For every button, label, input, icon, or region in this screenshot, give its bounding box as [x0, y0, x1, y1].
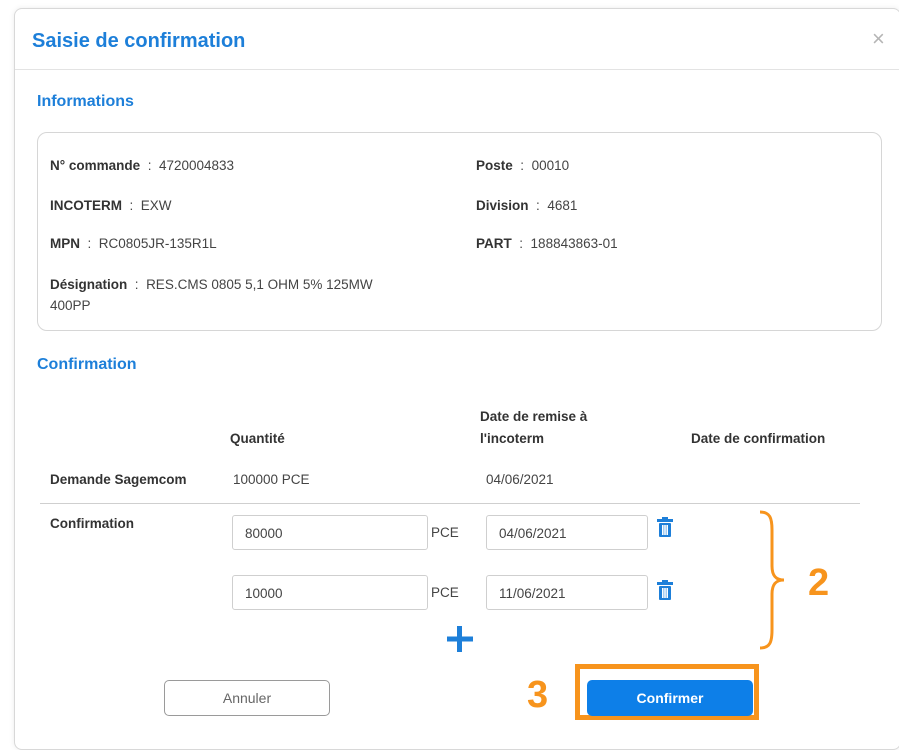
field-poste: Poste : 00010 — [476, 155, 569, 176]
row-divider — [40, 503, 860, 504]
field-commande-value: 4720004833 — [158, 158, 235, 173]
trash-icon[interactable] — [656, 517, 674, 537]
quantity-input[interactable]: 10000 — [232, 575, 428, 610]
field-division: Division : 4681 — [476, 195, 577, 216]
field-commande-label: N° commande — [50, 158, 141, 173]
field-division-label: Division — [476, 198, 529, 213]
separator: : — [134, 277, 139, 292]
date-input[interactable]: 04/06/2021 — [486, 515, 648, 550]
separator: : — [536, 198, 540, 213]
unit-label: PCE — [431, 585, 459, 600]
annotation-number-3: 3 — [527, 674, 549, 716]
confirm-button[interactable]: Confirmer — [587, 680, 753, 716]
field-incoterm: INCOTERM : EXW — [50, 195, 172, 216]
header-quantite: Quantité — [230, 431, 285, 446]
field-incoterm-label: INCOTERM — [50, 198, 122, 213]
separator: : — [519, 236, 524, 251]
field-designation-value-line1: RES.CMS 0805 5,1 OHM 5% 125MW — [146, 277, 373, 292]
close-icon[interactable]: × — [872, 26, 885, 52]
section-title-informations: Informations — [37, 93, 134, 110]
cancel-button[interactable]: Annuler — [164, 680, 330, 716]
trash-icon[interactable] — [656, 580, 674, 600]
annotation-brace-icon — [759, 510, 785, 650]
header-date-confirmation: Date de confirmation — [691, 431, 826, 446]
field-designation-label: Désignation — [50, 277, 128, 292]
field-part: PART : 188843863-01 — [476, 233, 618, 254]
field-poste-value: 00010 — [531, 158, 570, 173]
header-date-remise-line1: Date de remise à — [480, 409, 588, 424]
demande-date: 04/06/2021 — [486, 472, 554, 487]
field-mpn-label: MPN — [50, 236, 80, 251]
separator: : — [520, 158, 525, 173]
field-designation: Désignation : RES.CMS 0805 5,1 OHM 5% 12… — [50, 274, 470, 316]
separator: : — [129, 198, 134, 213]
field-commande: N° commande : 4720004833 — [50, 155, 234, 176]
add-row-icon[interactable] — [445, 624, 475, 654]
demande-quantite: 100000 PCE — [233, 472, 310, 487]
field-division-value: 4681 — [547, 198, 578, 213]
header-date-remise-line2: l'incoterm — [480, 431, 544, 446]
field-part-value: 188843863-01 — [530, 236, 618, 251]
unit-label: PCE — [431, 525, 459, 540]
quantity-input[interactable]: 80000 — [232, 515, 428, 550]
field-mpn: MPN : RC0805JR-135R1L — [50, 233, 217, 254]
annotation-number-2: 2 — [808, 562, 830, 604]
modal-title: Saisie de confirmation — [32, 30, 246, 52]
header-divider — [15, 69, 899, 70]
field-designation-value-line2: 400PP — [50, 298, 91, 313]
field-poste-label: Poste — [476, 158, 513, 173]
field-part-label: PART — [476, 236, 512, 251]
section-title-confirmation: Confirmation — [37, 356, 137, 373]
date-input[interactable]: 11/06/2021 — [486, 575, 648, 610]
field-incoterm-value: EXW — [140, 198, 172, 213]
separator: : — [87, 236, 92, 251]
field-mpn-value: RC0805JR-135R1L — [98, 236, 217, 251]
separator: : — [147, 158, 152, 173]
header-date-remise: Date de remise à l'incoterm — [480, 406, 587, 450]
confirmation-row-label: Confirmation — [50, 516, 134, 531]
demande-label: Demande Sagemcom — [50, 472, 187, 487]
